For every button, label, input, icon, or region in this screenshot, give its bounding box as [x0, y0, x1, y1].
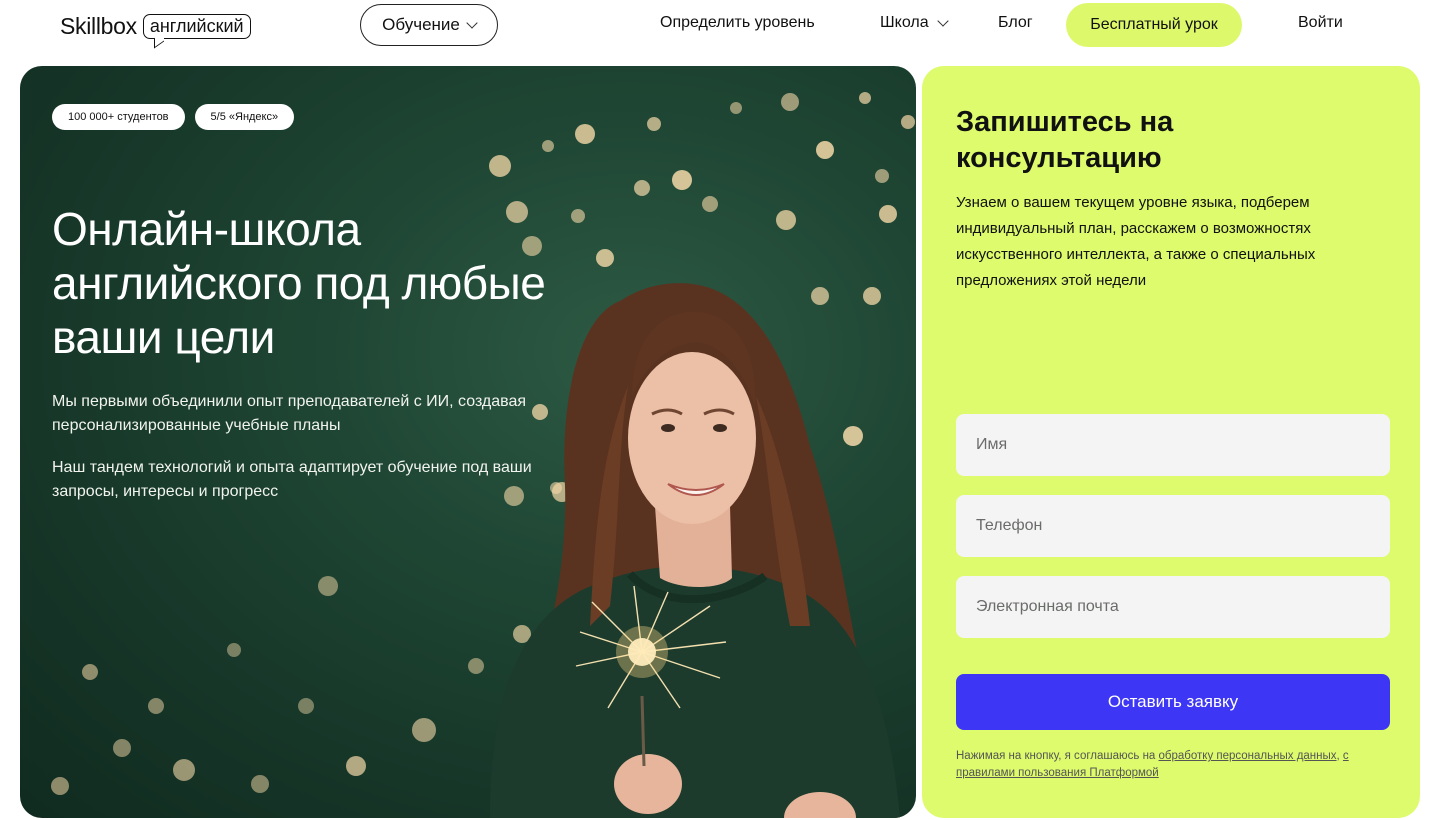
learning-menu-button[interactable]: Обучение — [360, 4, 498, 46]
chevron-down-icon — [466, 17, 478, 29]
hero-badges: 100 000+ студентов 5/5 «Яндекс» — [52, 104, 295, 130]
chevron-down-icon — [936, 15, 949, 27]
yandex-rating-badge: 5/5 «Яндекс» — [194, 104, 295, 130]
form-description: Узнаем о вашем текущем уровне языка, под… — [956, 194, 1316, 289]
skillbox-logo[interactable]: Skillbox английский — [60, 8, 251, 44]
woman-with-sparkler-photo — [490, 283, 900, 818]
hero-banner: 100 000+ студентов 5/5 «Яндекс» Онлайн-ш… — [20, 66, 916, 818]
logo-wordmark: Skillbox — [60, 12, 137, 39]
nav-determine-level[interactable]: Определить уровень — [660, 14, 815, 32]
phone-input[interactable] — [956, 495, 1390, 557]
free-lesson-button[interactable]: Бесплатный урок — [1066, 3, 1242, 47]
nav-blog[interactable]: Блог — [998, 14, 1033, 32]
form-title: Запишитесь на консультацию — [956, 106, 1174, 174]
hero-paragraph-2: Наш тандем технологий и опыта адаптирует… — [52, 459, 532, 500]
logo-language-tag: английский — [142, 13, 251, 39]
submit-request-button[interactable]: Оставить заявку — [956, 674, 1390, 730]
personal-data-link[interactable]: обработку персональных данных — [1159, 750, 1337, 762]
site-header: Skillbox английский Обучение Определить … — [0, 0, 1440, 60]
name-input[interactable] — [956, 414, 1390, 476]
consultation-form-card: Запишитесь на консультацию Узнаем о ваше… — [922, 66, 1420, 818]
email-input[interactable] — [956, 576, 1390, 638]
hero-paragraph-1: Мы первыми объединили опыт преподавателе… — [52, 393, 527, 434]
legal-consent-text: Нажимая на кнопку, я соглашаюсь на обраб… — [956, 748, 1390, 782]
hero-title: Онлайн-школа английского под любые ваши … — [52, 203, 546, 363]
students-badge: 100 000+ студентов — [52, 104, 185, 130]
login-link[interactable]: Войти — [1298, 14, 1343, 32]
legal-prefix: Нажимая на кнопку, я соглашаюсь на — [956, 750, 1159, 762]
learning-menu-label: Обучение — [382, 15, 460, 34]
nav-school-dropdown[interactable]: Школа — [880, 14, 949, 32]
nav-school-label: Школа — [880, 14, 929, 31]
